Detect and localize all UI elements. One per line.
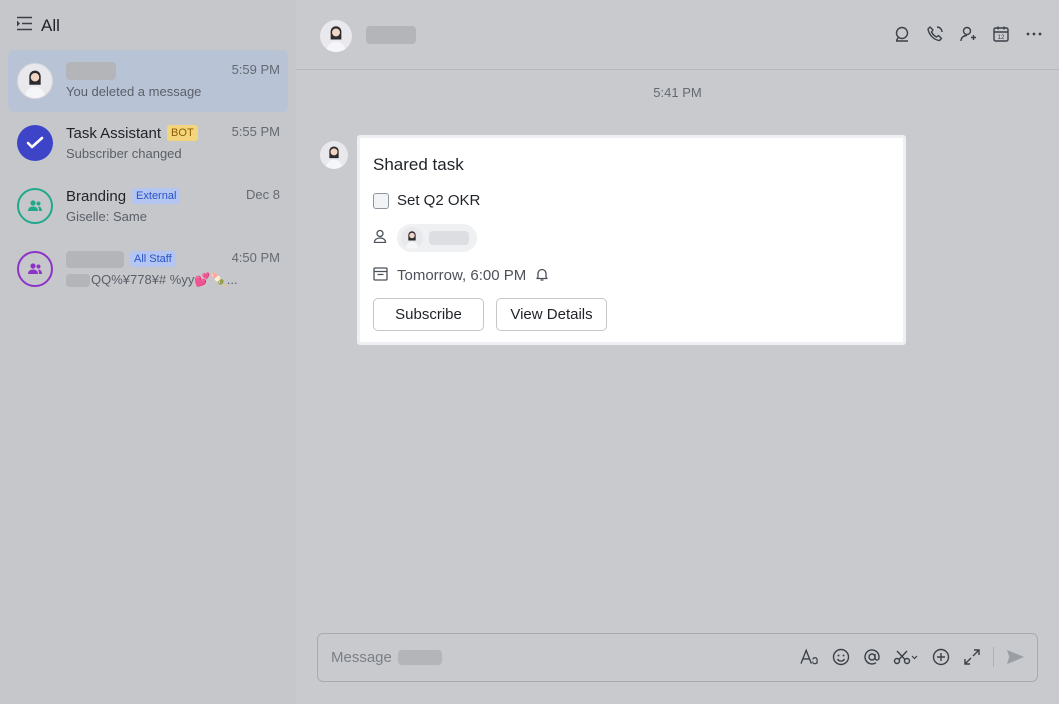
chat-item-branding[interactable]: Branding External Dec 8 Giselle: Same [8, 175, 288, 237]
scissors-icon[interactable] [893, 648, 919, 667]
header-toolbar: 12 [892, 24, 1043, 43]
message-composer[interactable]: Message [317, 633, 1038, 682]
chat-item-all-staff[interactable]: All Staff 4:50 PM QQ%¥778¥# %yy💕🍡... [8, 238, 288, 300]
message-placeholder: Message [331, 649, 392, 666]
calendar-icon[interactable]: 12 [991, 24, 1010, 43]
assignee-row [373, 224, 477, 252]
group-icon [17, 188, 53, 224]
more-icon[interactable] [1024, 24, 1043, 43]
send-icon[interactable] [1006, 648, 1025, 667]
call-icon[interactable] [925, 24, 944, 43]
task-name[interactable]: Set Q2 OKR [397, 192, 480, 209]
group-icon [17, 251, 53, 287]
chat-name: Branding External [66, 186, 181, 206]
redacted-assignee [429, 231, 469, 245]
divider [993, 647, 994, 667]
chat-header: 12 [296, 0, 1059, 70]
filter-list-icon[interactable] [16, 16, 33, 36]
chat-name: Task Assistant BOT [66, 123, 198, 143]
sidebar-title: All [41, 16, 60, 35]
task-checkbox[interactable] [373, 192, 389, 209]
view-details-button[interactable]: View Details [496, 298, 607, 331]
calendar-icon [373, 266, 388, 285]
assignee-chip[interactable] [397, 224, 477, 252]
redacted-name [66, 250, 124, 268]
search-icon[interactable] [892, 24, 911, 43]
sidebar-header[interactable]: All [16, 14, 60, 38]
bot-badge: BOT [167, 125, 198, 141]
font-format-icon[interactable] [800, 648, 819, 667]
redacted-chat-title [366, 26, 416, 44]
card-title: Shared task [373, 155, 464, 174]
redacted-recipient [397, 650, 442, 665]
chat-time: 4:50 PM [231, 250, 280, 265]
chat-time: Dec 8 [246, 187, 280, 202]
chat-preview: Subscriber changed [66, 146, 182, 161]
due-date: Tomorrow, 6:00 PM [397, 267, 527, 284]
sidebar: All 5:59 PM You deleted a message Task A… [0, 0, 296, 704]
avatar[interactable] [320, 20, 352, 52]
add-member-icon[interactable] [958, 24, 977, 43]
avatar [17, 63, 53, 99]
add-icon[interactable] [931, 648, 950, 667]
mention-icon[interactable] [862, 648, 881, 667]
external-badge: External [132, 188, 181, 204]
message-input[interactable]: Message [331, 649, 442, 666]
chat-name [66, 61, 116, 81]
person-icon [373, 229, 387, 248]
redacted-name [66, 62, 116, 80]
subscribe-button[interactable]: Subscribe [373, 298, 484, 331]
avatar [401, 227, 423, 249]
chat-time: 5:55 PM [231, 124, 280, 139]
chat-name: All Staff [66, 249, 176, 269]
expand-icon[interactable] [962, 648, 981, 667]
task-assistant-avatar [17, 125, 53, 161]
due-row: Tomorrow, 6:00 PM [373, 266, 549, 285]
svg-text:12: 12 [997, 35, 1004, 41]
avatar[interactable] [320, 141, 348, 169]
message-timestamp: 5:41 PM [653, 85, 702, 100]
chat-name-text: Task Assistant [66, 124, 162, 142]
bell-icon[interactable] [535, 267, 549, 285]
chat-item-task-assistant[interactable]: Task Assistant BOT 5:55 PM Subscriber ch… [8, 112, 288, 174]
composer-toolbar [800, 647, 1025, 667]
chat-item-dm[interactable]: 5:59 PM You deleted a message [8, 50, 288, 112]
chat-preview-text: QQ%¥778¥# %yy💕🍡... [91, 272, 238, 287]
chat-preview: Giselle: Same [66, 209, 147, 224]
chat-preview: QQ%¥778¥# %yy💕🍡... [66, 272, 238, 288]
chat-panel: 12 5:41 PM Shared task Set Q2 OKR Tomorr… [296, 0, 1059, 704]
all-staff-badge: All Staff [130, 251, 176, 267]
task-row: Set Q2 OKR [373, 192, 480, 209]
emoji-icon[interactable] [831, 648, 850, 667]
chat-name-text: Branding [66, 187, 127, 205]
redacted-sender [66, 273, 90, 287]
chat-preview: You deleted a message [66, 84, 202, 99]
shared-task-card: Shared task Set Q2 OKR Tomorrow, 6:00 PM [357, 135, 906, 345]
chat-time: 5:59 PM [231, 62, 280, 77]
